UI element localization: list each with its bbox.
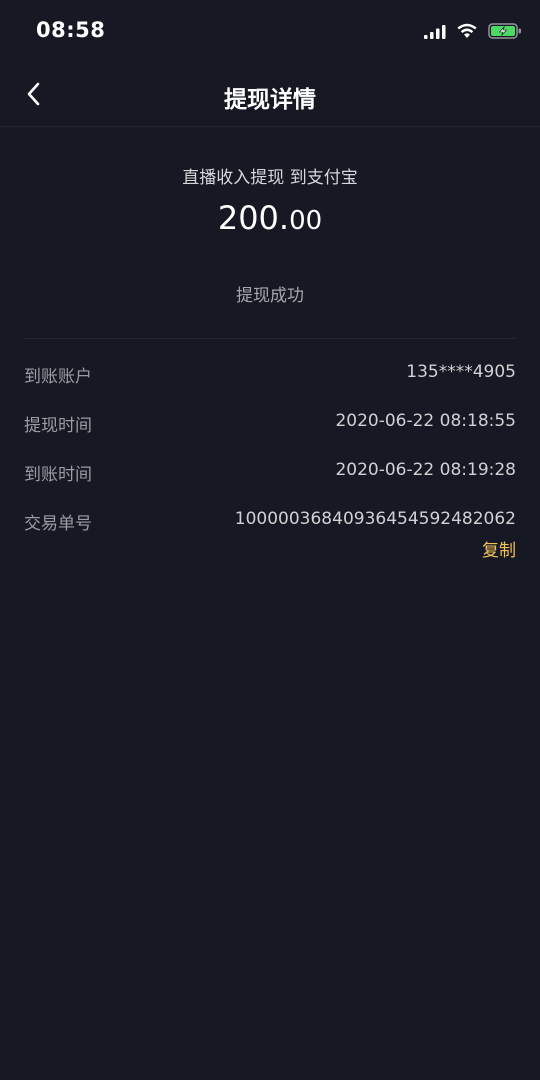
detail-label: 交易单号 bbox=[24, 514, 92, 534]
transaction-id-value: 10000036840936454592482062 bbox=[234, 509, 516, 529]
detail-row-transaction-id: 交易单号 10000036840936454592482062 bbox=[24, 509, 516, 539]
withdrawal-amount: 200.00 bbox=[0, 198, 540, 244]
detail-value: 2020-06-22 08:18:55 bbox=[335, 411, 516, 431]
amount-integer: 200. bbox=[217, 199, 290, 237]
status-bar: 08:58 bbox=[0, 0, 540, 64]
withdrawal-description: 直播收入提现 到支付宝 bbox=[182, 168, 358, 188]
divider bbox=[24, 338, 516, 339]
detail-label: 到账时间 bbox=[24, 465, 92, 485]
detail-value: 135****4905 bbox=[406, 362, 516, 382]
detail-label: 到账账户 bbox=[24, 367, 92, 387]
nav-bar: 提现详情 bbox=[0, 64, 540, 127]
status-icons bbox=[424, 22, 522, 44]
signal-icon bbox=[424, 24, 446, 43]
detail-row-account: 到账账户 135****4905 bbox=[24, 362, 516, 392]
wifi-icon bbox=[456, 23, 478, 43]
battery-charging-icon bbox=[488, 23, 522, 43]
copy-button[interactable]: 复制 bbox=[482, 536, 516, 561]
detail-value: 2020-06-22 08:19:28 bbox=[335, 460, 516, 480]
detail-row-arrival-time: 到账时间 2020-06-22 08:19:28 bbox=[24, 460, 516, 490]
status-time: 08:58 bbox=[36, 18, 106, 42]
page-title: 提现详情 bbox=[224, 87, 316, 113]
withdrawal-status: 提现成功 bbox=[236, 286, 304, 306]
amount-decimal: 00 bbox=[289, 206, 323, 236]
detail-label: 提现时间 bbox=[24, 416, 92, 436]
detail-row-withdraw-time: 提现时间 2020-06-22 08:18:55 bbox=[24, 411, 516, 441]
withdrawal-summary: 直播收入提现 到支付宝 200.00 提现成功 bbox=[0, 126, 540, 338]
